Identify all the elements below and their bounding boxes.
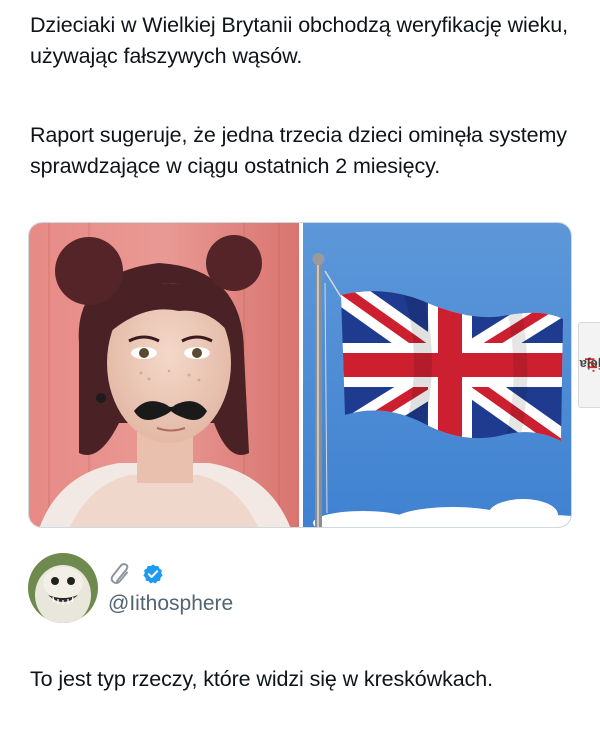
avatar-creature-icon	[28, 553, 98, 623]
reply-meta	[108, 560, 164, 588]
paperclip-icon	[110, 563, 129, 584]
girl-mustache-photo[interactable]	[29, 223, 299, 527]
verified-badge-icon	[143, 564, 163, 584]
reply-text: To jest typ rzeczy, które widzi się w kr…	[30, 667, 493, 691]
avatar[interactable]	[28, 553, 98, 623]
post-paragraph-2: Raport sugeruje, że jedna trzecia dzieci…	[30, 123, 567, 178]
post-paragraph-1: Dzieciaki w Wielkiej Brytanii obchodzą w…	[30, 13, 568, 68]
reply-handle[interactable]: @Iithosphere	[108, 592, 233, 616]
union-jack-flag-photo[interactable]	[303, 223, 571, 527]
media-grid[interactable]	[28, 222, 572, 528]
jeja-watermark: jeja .pl	[578, 322, 600, 408]
